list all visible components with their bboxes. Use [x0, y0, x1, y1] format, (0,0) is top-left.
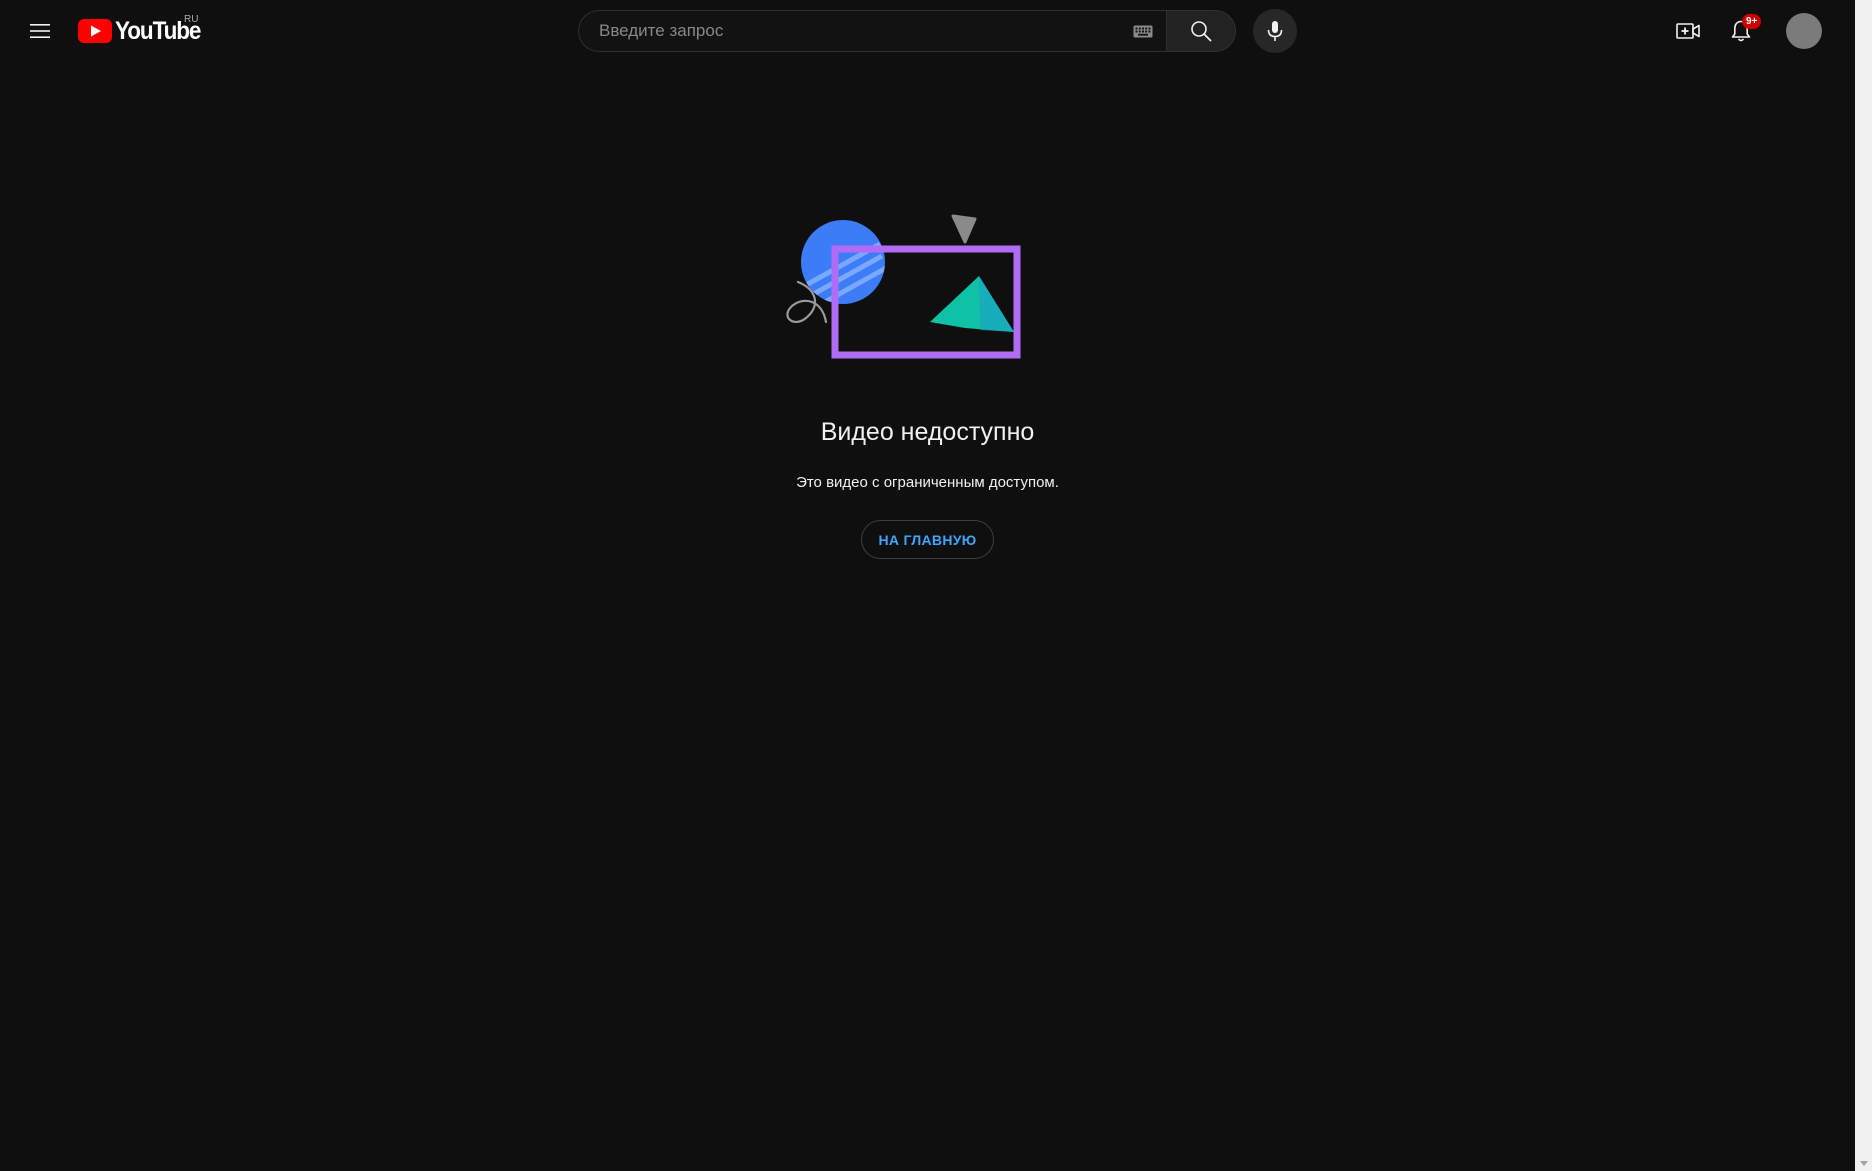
youtube-logo[interactable]: YouTube RU [78, 14, 210, 48]
guide-menu-button[interactable] [20, 11, 60, 51]
youtube-page: YouTube RU Введите запрос 9+ Видео недос… [0, 0, 1872, 1171]
go-home-button[interactable]: НА ГЛАВНУЮ [861, 520, 994, 559]
microphone-icon [1267, 21, 1283, 41]
notifications-button[interactable]: 9+ [1721, 11, 1762, 51]
search-button[interactable] [1166, 10, 1236, 52]
logo-country-code: RU [184, 14, 199, 25]
hamburger-menu-icon [30, 24, 50, 38]
masthead: YouTube RU Введите запрос 9+ [0, 0, 1855, 67]
voice-search-button[interactable] [1253, 9, 1297, 53]
error-illustration [770, 212, 1060, 367]
create-video-button[interactable] [1668, 11, 1708, 51]
error-title: Видео недоступно [820, 418, 1035, 446]
keyboard-icon[interactable] [1132, 24, 1154, 38]
search-input[interactable] [597, 20, 1132, 42]
scroll-down-arrow-icon[interactable] [1860, 1161, 1868, 1166]
search-box [578, 10, 1166, 52]
account-avatar[interactable] [1786, 13, 1822, 49]
youtube-play-icon [78, 19, 112, 43]
notification-count-badge: 9+ [1742, 14, 1762, 29]
page-scrollbar[interactable] [1855, 0, 1872, 1171]
search-area [578, 9, 1297, 53]
search-icon [1191, 21, 1212, 42]
video-plus-icon [1676, 23, 1700, 39]
error-subtitle: Это видео с ограниченным доступом. [796, 474, 1059, 491]
